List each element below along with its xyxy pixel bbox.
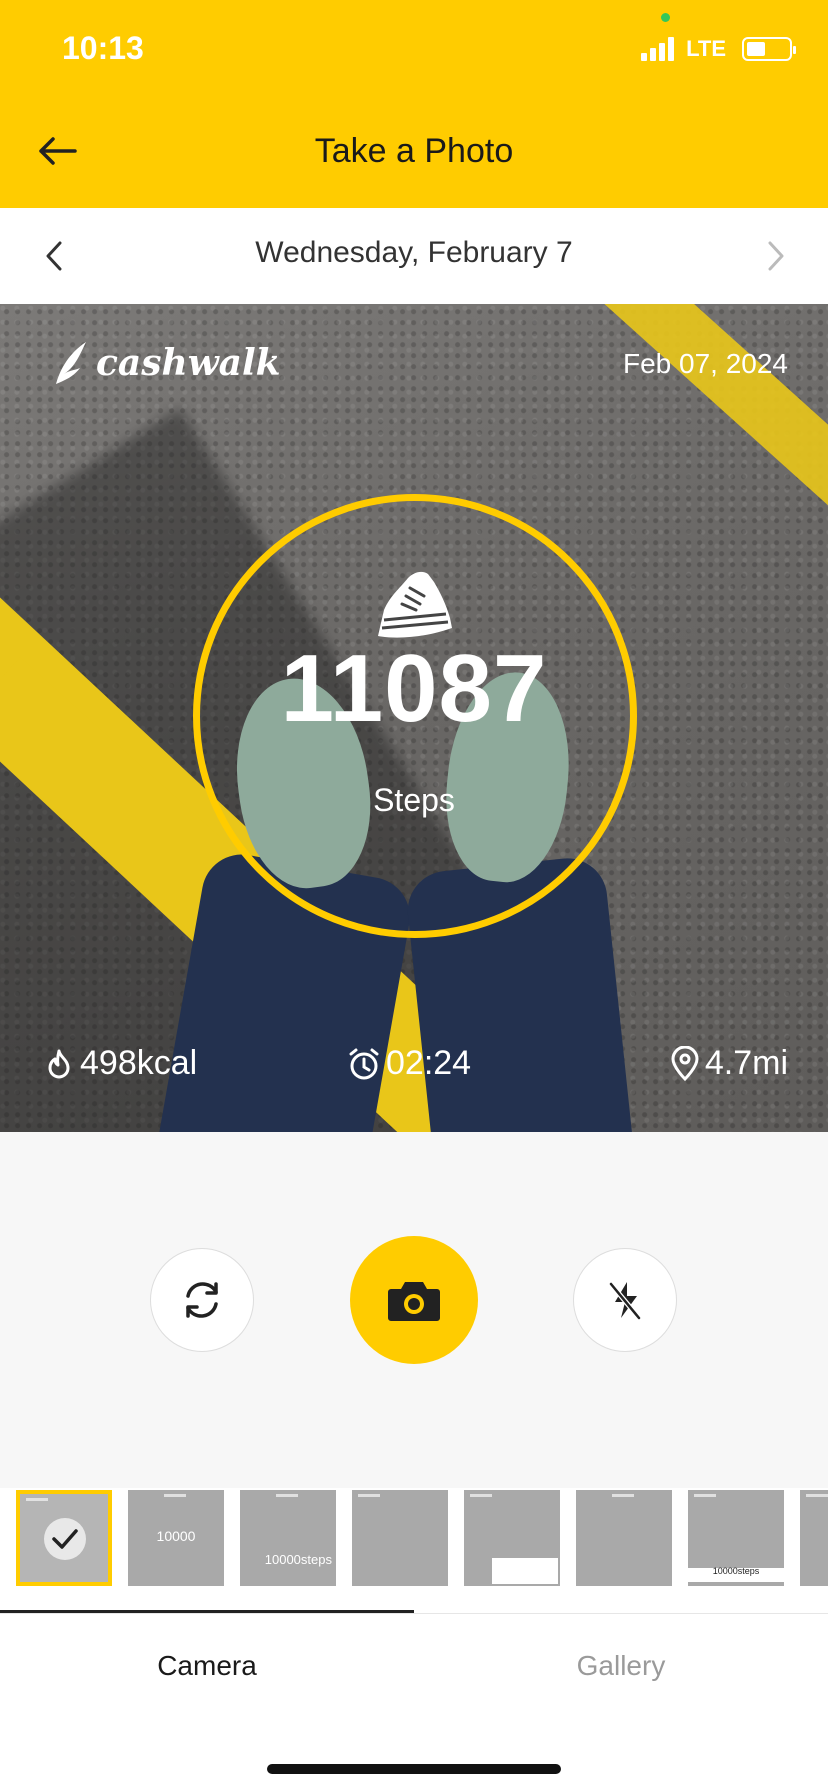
flash-toggle-button[interactable] bbox=[573, 1248, 677, 1352]
battery-icon bbox=[742, 37, 796, 61]
calories-value: 498kcal bbox=[80, 1044, 198, 1082]
camera-icon bbox=[388, 1282, 440, 1321]
photo-date: Feb 07, 2024 bbox=[622, 348, 788, 379]
distance-stat: 4.7mi bbox=[669, 1044, 788, 1083]
home-indicator bbox=[267, 1764, 561, 1774]
tab-gallery[interactable]: Gallery bbox=[414, 1650, 828, 1682]
brand-logo: cashwalk bbox=[50, 340, 281, 386]
flame-icon bbox=[48, 1049, 70, 1078]
tab-camera[interactable]: Camera bbox=[0, 1650, 414, 1682]
date-label: Wednesday, February 7 bbox=[255, 236, 573, 269]
duration-value: 02:24 bbox=[386, 1044, 472, 1082]
template-thumb[interactable]: 10000steps bbox=[688, 1490, 784, 1586]
feather-logo-icon bbox=[56, 342, 86, 384]
mic-indicator-dot bbox=[661, 13, 670, 22]
page-title: Take a Photo bbox=[314, 132, 514, 170]
tab-divider bbox=[0, 1613, 828, 1614]
bottom-tabs: Camera Gallery bbox=[0, 1610, 828, 1792]
status-time: 10:13 bbox=[62, 30, 144, 66]
camera-preview[interactable]: cashwalk Feb 07, 2024 11087 Steps 498kca… bbox=[0, 304, 828, 1132]
calories-stat: 498kcal bbox=[42, 1044, 197, 1083]
chevron-right-icon[interactable] bbox=[760, 232, 792, 280]
signal-icon bbox=[641, 37, 675, 61]
steps-label: Steps bbox=[373, 782, 455, 818]
template-thumb-label: 10000 bbox=[156, 1528, 196, 1544]
template-thumb[interactable] bbox=[576, 1490, 672, 1586]
brand-name: cashwalk bbox=[96, 342, 281, 384]
distance-value: 4.7mi bbox=[704, 1044, 788, 1082]
template-thumb[interactable]: 10000 bbox=[128, 1490, 224, 1586]
date-navigation: Wednesday, February 7 bbox=[0, 208, 828, 304]
header-bar: 10:13 LTE Take a Photo bbox=[0, 0, 828, 208]
template-strip[interactable]: 10000 10000steps 10000steps bbox=[16, 1490, 828, 1588]
location-pin-icon bbox=[671, 1045, 699, 1081]
duration-stat: 02:24 bbox=[346, 1044, 471, 1083]
template-thumb[interactable] bbox=[800, 1490, 828, 1586]
alarm-clock-icon bbox=[349, 1048, 379, 1079]
checkmark-icon bbox=[44, 1518, 86, 1560]
network-label: LTE bbox=[686, 36, 726, 61]
template-thumb[interactable] bbox=[464, 1490, 560, 1586]
camera-controls bbox=[0, 1132, 828, 1488]
template-thumb[interactable] bbox=[352, 1490, 448, 1586]
shutter-button[interactable] bbox=[350, 1236, 478, 1364]
switch-camera-icon bbox=[186, 1282, 218, 1318]
flash-off-icon bbox=[609, 1282, 641, 1320]
template-thumb[interactable]: 10000steps bbox=[240, 1490, 336, 1586]
template-thumb-label: 10000steps bbox=[712, 1566, 760, 1576]
status-icons: LTE bbox=[641, 36, 796, 62]
template-thumb[interactable] bbox=[16, 1490, 112, 1586]
template-thumb-label: 10000steps bbox=[264, 1552, 332, 1567]
steps-count: 11087 bbox=[280, 635, 548, 742]
switch-camera-button[interactable] bbox=[150, 1248, 254, 1352]
